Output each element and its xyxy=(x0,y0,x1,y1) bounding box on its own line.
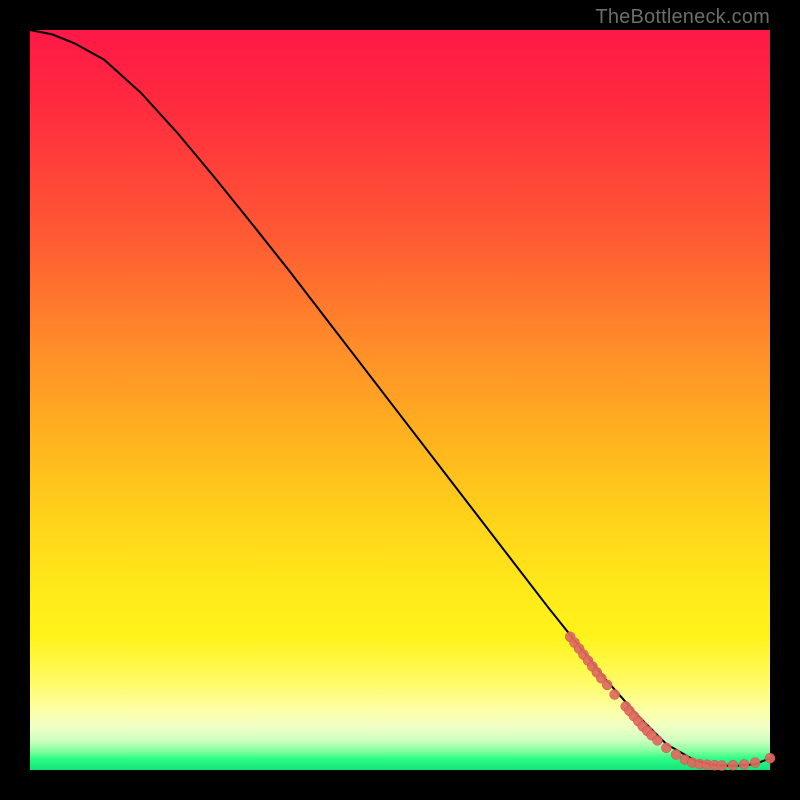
data-marker xyxy=(661,743,671,753)
data-marker xyxy=(750,758,760,768)
data-marker xyxy=(610,690,620,700)
data-markers xyxy=(565,632,775,771)
watermark-text: TheBottleneck.com xyxy=(595,6,770,29)
data-marker xyxy=(739,760,749,770)
data-marker xyxy=(717,761,727,771)
data-marker xyxy=(653,735,663,745)
plot-area xyxy=(30,30,770,770)
chart-stage: TheBottleneck.com xyxy=(0,0,800,800)
chart-svg xyxy=(30,30,770,770)
data-marker xyxy=(671,750,681,760)
data-marker xyxy=(602,680,612,690)
data-marker xyxy=(765,753,775,763)
bottleneck-curve xyxy=(30,30,770,766)
data-marker xyxy=(728,760,738,770)
